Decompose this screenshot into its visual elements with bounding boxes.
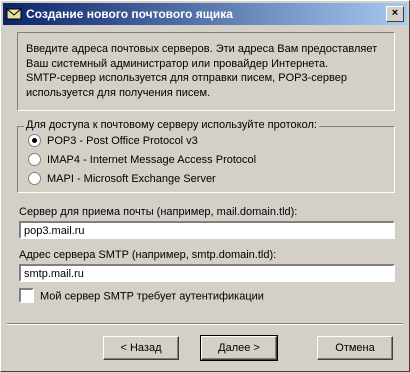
smtp-auth-checkbox[interactable]: [19, 288, 34, 303]
smtp-server-label: Адрес сервера SMTP (например, smtp.domai…: [19, 249, 277, 261]
incoming-server-input[interactable]: pop3.mail.ru: [19, 221, 395, 239]
radio-button[interactable]: [28, 171, 41, 185]
smtp-server-input[interactable]: smtp.mail.ru: [19, 264, 395, 282]
info-line-4: используется для получения писем.: [26, 86, 211, 99]
dialog-window: Создание нового почтового ящика × Введит…: [0, 0, 410, 372]
radio-imap4[interactable]: IMAP4 - Internet Message Access Protocol: [28, 152, 256, 168]
radio-pop3-label: POP3 - Post Office Protocol v3: [47, 135, 198, 147]
radio-pop3[interactable]: POP3 - Post Office Protocol v3: [28, 133, 198, 149]
close-button[interactable]: ×: [386, 6, 404, 22]
incoming-server-label: Сервер для приема почты (например, mail.…: [19, 206, 298, 218]
title-bar[interactable]: Создание нового почтового ящика ×: [3, 3, 407, 25]
next-button[interactable]: Далее >: [200, 335, 278, 361]
info-text: Введите адреса почтовых серверов. Эти ад…: [18, 33, 394, 100]
protocol-legend: Для доступа к почтовому серверу использу…: [24, 119, 319, 131]
info-line-2: Ваш системный администратор или провайде…: [26, 57, 329, 70]
info-line-1: Введите адреса почтовых серверов. Эти ад…: [26, 43, 378, 55]
separator: [7, 323, 403, 325]
radio-button-selected[interactable]: [28, 133, 41, 147]
radio-imap4-label: IMAP4 - Internet Message Access Protocol: [47, 154, 257, 166]
radio-mapi-label: MAPI - Microsoft Exchange Server: [47, 173, 216, 185]
info-line-3: SMTP-сервер используется для отправки пи…: [26, 72, 347, 84]
back-button[interactable]: < Назад: [103, 336, 179, 360]
protocol-group: Для доступа к почтовому серверу использу…: [17, 119, 395, 193]
smtp-auth-checkbox-row[interactable]: Мой сервер SMTP требует аутентификации: [19, 288, 264, 304]
app-icon: [6, 6, 22, 22]
window-title: Создание нового почтового ящика: [26, 7, 233, 21]
info-panel: Введите адреса почтовых серверов. Эти ад…: [17, 32, 395, 111]
radio-mapi[interactable]: MAPI - Microsoft Exchange Server: [28, 171, 216, 187]
smtp-auth-label: Мой сервер SMTP требует аутентификации: [40, 290, 264, 303]
cancel-button[interactable]: Отмена: [317, 336, 393, 360]
radio-button[interactable]: [28, 152, 41, 166]
